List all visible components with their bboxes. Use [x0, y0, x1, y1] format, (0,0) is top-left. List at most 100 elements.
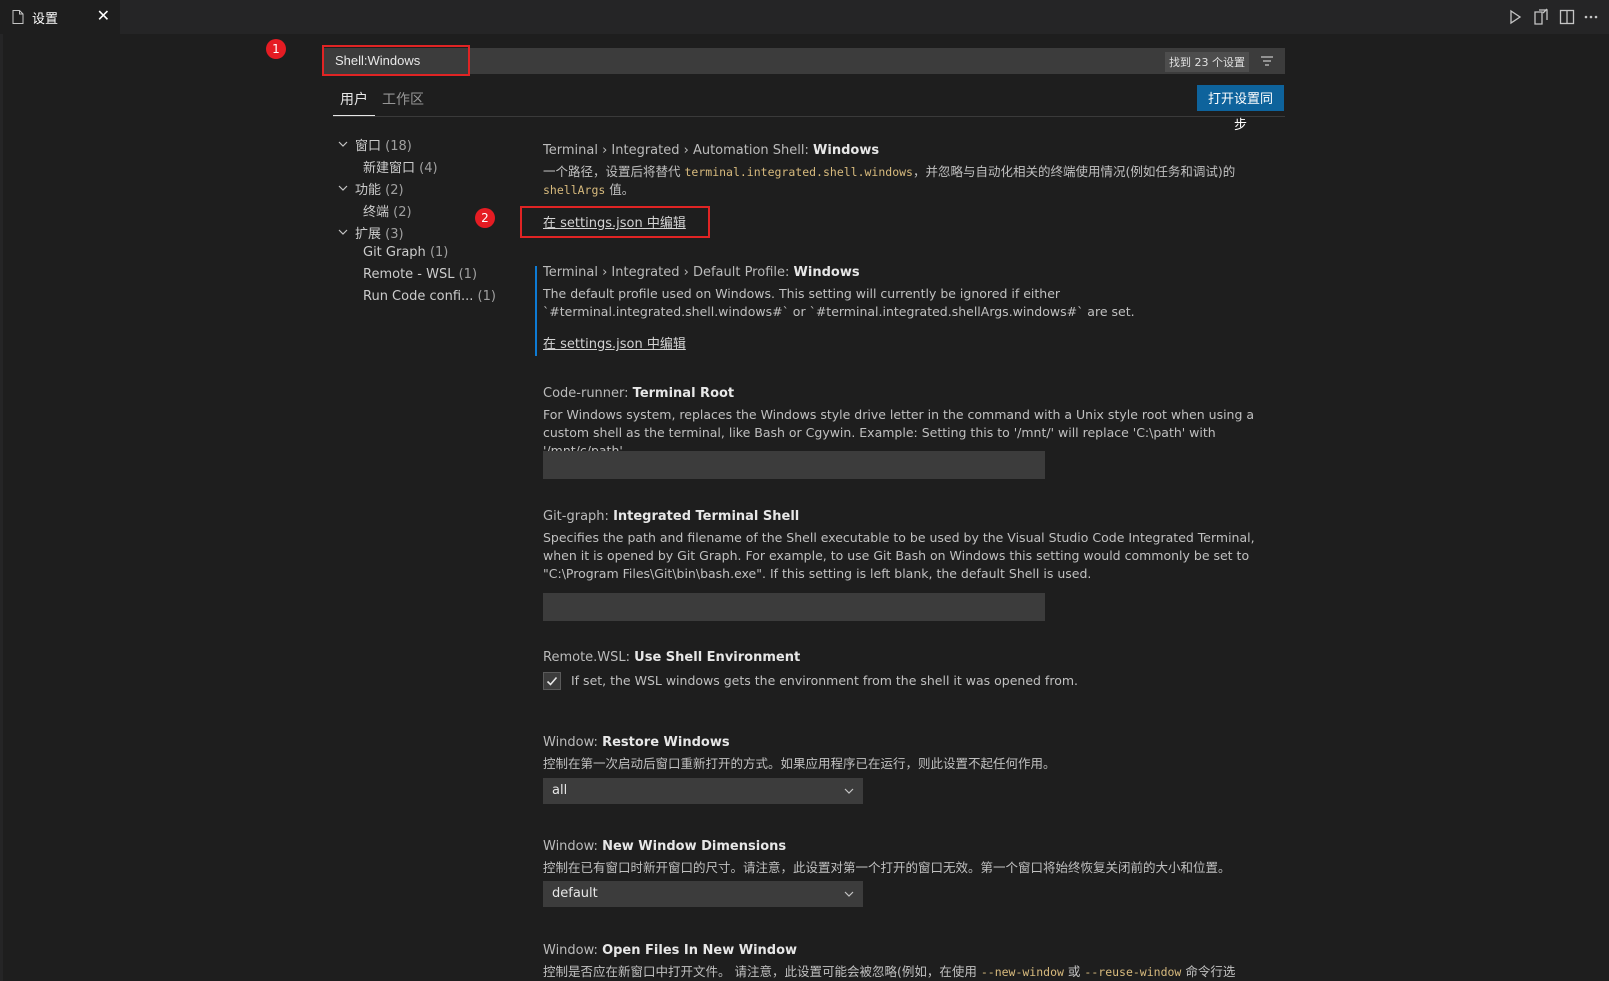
tab-workspace[interactable]: 工作区 [382, 88, 424, 112]
setting-description: 控制是否应在新窗口中打开文件。 请注意，此设置可能会被忽略(例如，在使用 --n… [543, 963, 1268, 981]
chevron-down-icon[interactable] [337, 182, 349, 194]
toc-item-terminal[interactable]: 终端 (2) [363, 201, 412, 220]
more-actions-icon[interactable] [1582, 8, 1600, 26]
modified-indicator [535, 266, 537, 356]
annotation-badge-2: 2 [475, 208, 495, 228]
open-settings-json-icon[interactable] [1532, 8, 1550, 26]
toc-count: (1) [429, 245, 449, 260]
setting-name: New Window Dimensions [602, 839, 787, 854]
setting-category: Window: [543, 943, 598, 958]
edit-in-settings-json-link[interactable]: 在 settings.json 中编辑 [543, 333, 686, 352]
toc-label: Remote - WSL [363, 267, 455, 282]
setting-category: Window: [543, 735, 598, 750]
setting-name: Use Shell Environment [634, 650, 801, 665]
setting-category: Terminal › Integrated › Default Profile: [543, 265, 790, 280]
toc-count: (1) [458, 267, 478, 282]
setting-description: Specifies the path and filename of the S… [543, 530, 1255, 581]
filter-icon[interactable] [1259, 53, 1275, 69]
toc-count: (2) [393, 205, 412, 220]
chevron-down-icon[interactable] [337, 226, 349, 238]
setting-name: Windows [813, 143, 880, 158]
setting-title-automation-shell: Terminal › Integrated › Automation Shell… [543, 143, 879, 158]
select-value: default [552, 886, 598, 901]
use-shell-environment-checkbox[interactable] [543, 672, 561, 690]
run-icon[interactable] [1506, 8, 1524, 26]
setting-description: If set, the WSL windows gets the environ… [571, 673, 1078, 688]
code-snippet: --new-window [980, 965, 1064, 979]
setting-category: Remote.WSL: [543, 650, 631, 665]
toc-label: 扩展 [355, 227, 382, 242]
open-settings-sync-button[interactable]: 打开设置同步 [1197, 85, 1284, 132]
toc-item-extensions[interactable]: 扩展 (3) [355, 223, 404, 242]
terminal-root-input[interactable] [543, 451, 1045, 479]
toc-item-git-graph[interactable]: Git Graph (1) [363, 245, 448, 260]
close-icon[interactable]: ✕ [97, 8, 110, 24]
setting-category: Terminal › Integrated › Automation Shell… [543, 143, 809, 158]
desc-text: 一个路径，设置后将替代 [543, 164, 681, 179]
desc-text: 或 [1067, 964, 1081, 979]
editor-tab-bar: 设置 ✕ [0, 0, 1609, 34]
highlight-box-search [322, 45, 470, 76]
toc-item-run-code[interactable]: Run Code confi... (1) [363, 289, 496, 304]
scope-divider [333, 116, 1285, 117]
chevron-down-icon [844, 788, 854, 794]
setting-name: Windows [793, 265, 860, 280]
desc-text: 命令行选 [1185, 964, 1236, 979]
toc-label: 功能 [355, 183, 382, 198]
tab-user[interactable]: 用户 [333, 88, 375, 116]
chevron-down-icon [844, 891, 854, 897]
code-snippet: --reuse-window [1084, 965, 1182, 979]
toc-label: 终端 [363, 205, 390, 220]
check-icon [546, 676, 558, 686]
toc-count: (1) [477, 289, 496, 304]
setting-description: 一个路径，设置后将替代 terminal.integrated.shell.wi… [543, 163, 1268, 199]
setting-category: Code-runner: [543, 386, 629, 401]
toc-label: Git Graph [363, 245, 426, 260]
code-snippet: terminal.integrated.shell.windows [684, 165, 913, 179]
desc-text: ，并忽略与自动化相关的终端使用情况(例如任务和调试)的 [912, 164, 1236, 179]
code-snippet: shellArgs [543, 183, 606, 197]
setting-title-use-shell-environment: Remote.WSL: Use Shell Environment [543, 650, 800, 665]
toc-count: (18) [385, 139, 412, 154]
restore-windows-select[interactable]: all [543, 778, 863, 804]
setting-title-new-window-dimensions: Window: New Window Dimensions [543, 839, 786, 854]
toc-item-remote-wsl[interactable]: Remote - WSL (1) [363, 267, 477, 282]
chevron-down-icon[interactable] [337, 138, 349, 150]
setting-title-restore-windows: Window: Restore Windows [543, 735, 730, 750]
desc-text: 值。 [609, 182, 635, 197]
setting-name: Open Files In New Window [602, 943, 798, 958]
setting-category: Window: [543, 839, 598, 854]
toc-item-new-window[interactable]: 新建窗口 (4) [363, 157, 438, 176]
integrated-terminal-shell-input[interactable] [543, 593, 1045, 621]
setting-title-integrated-terminal-shell: Git-graph: Integrated Terminal Shell [543, 509, 799, 524]
setting-description: 控制在第一次启动后窗口重新打开的方式。如果应用程序已在运行，则此设置不起任何作用… [543, 756, 1056, 771]
setting-category: Git-graph: [543, 509, 609, 524]
toc-item-window[interactable]: 窗口 (18) [355, 135, 412, 154]
toc-label: 窗口 [355, 139, 382, 154]
toc-count: (2) [385, 183, 404, 198]
setting-name: Integrated Terminal Shell [613, 509, 800, 524]
desc-text: 控制是否应在新窗口中打开文件。 请注意，此设置可能会被忽略(例如，在使用 [543, 964, 977, 979]
setting-name: Restore Windows [602, 735, 730, 750]
file-icon [12, 10, 24, 24]
tab-settings[interactable]: 设置 ✕ [0, 0, 120, 34]
activity-edge [0, 34, 3, 981]
select-value: all [552, 783, 568, 798]
new-window-dimensions-select[interactable]: default [543, 881, 863, 907]
setting-description: 控制在已有窗口时新开窗口的尺寸。请注意，此设置对第一个打开的窗口无效。第一个窗口… [543, 860, 1231, 875]
split-editor-icon[interactable] [1558, 8, 1576, 26]
setting-title-open-files-in-new-window: Window: Open Files In New Window [543, 943, 797, 958]
toc-label: Run Code confi... [363, 289, 474, 304]
setting-description: The default profile used on Windows. Thi… [543, 286, 1135, 319]
highlight-box-edit-link [520, 206, 710, 238]
toc-label: 新建窗口 [363, 161, 416, 176]
toc-count: (3) [385, 227, 404, 242]
toc-count: (4) [419, 161, 438, 176]
setting-title-terminal-root: Code-runner: Terminal Root [543, 386, 734, 401]
toc-item-features[interactable]: 功能 (2) [355, 179, 404, 198]
setting-title-default-profile: Terminal › Integrated › Default Profile:… [543, 265, 860, 280]
search-result-count: 找到 23 个设置 [1165, 52, 1249, 72]
tab-title: 设置 [32, 11, 59, 27]
setting-name: Terminal Root [632, 386, 735, 401]
annotation-badge-1: 1 [266, 39, 286, 59]
